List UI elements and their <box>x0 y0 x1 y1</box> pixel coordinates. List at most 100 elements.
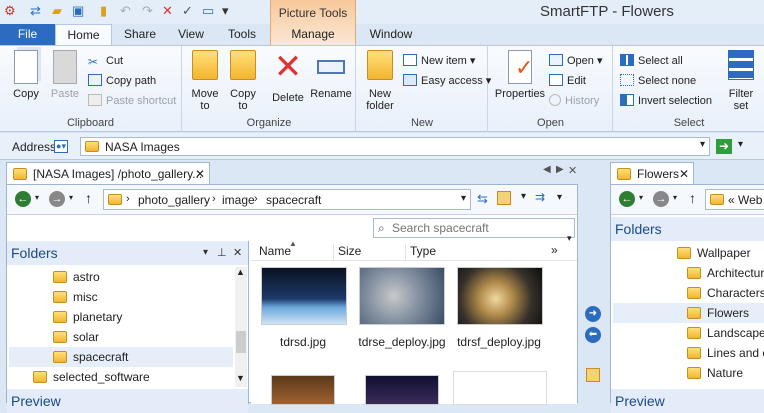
delete-button[interactable]: ✕ Delete <box>267 50 309 104</box>
breadcrumb-item[interactable]: photo_gallery <box>138 193 210 207</box>
thumbnail-image[interactable] <box>261 267 347 325</box>
scroll-thumb[interactable] <box>236 331 246 353</box>
thumbnail-image[interactable] <box>365 375 439 405</box>
file-name[interactable]: tdrsf_deploy.jpg <box>449 335 549 349</box>
tree-item[interactable]: selected_software <box>33 367 233 387</box>
tab-close-all-icon[interactable]: ✕ <box>568 164 577 177</box>
sync-icon[interactable] <box>586 368 600 382</box>
folder-options-icon[interactable] <box>497 191 511 205</box>
search-input[interactable] <box>392 220 552 236</box>
auto-transfer-icon[interactable]: ⇉ <box>535 190 545 204</box>
open-button[interactable]: Open ▾ <box>549 52 603 70</box>
edit-button[interactable]: Edit <box>549 72 586 90</box>
tree-item-selected[interactable]: Flowers <box>613 303 764 323</box>
search-box[interactable]: ⌕ <box>373 218 575 238</box>
delete-icon[interactable]: ✕ <box>162 3 173 19</box>
view-icon[interactable]: ▭ <box>202 3 214 19</box>
invert-selection-button[interactable]: Invert selection <box>620 92 712 110</box>
thumbnail-image[interactable] <box>271 375 335 405</box>
breadcrumb-item[interactable]: image <box>222 193 255 207</box>
options-dropdown-icon[interactable]: ▾ <box>521 191 526 202</box>
close-tab-icon[interactable]: ✕ <box>195 163 205 185</box>
pane-menu-icon[interactable]: ▾ <box>203 241 208 265</box>
select-all-button[interactable]: Select all <box>620 52 683 70</box>
thumbnail-image[interactable] <box>453 371 547 405</box>
breadcrumb[interactable]: › photo_gallery › image › spacecraft ▾ <box>103 189 471 210</box>
tree-item[interactable]: Nature <box>687 363 743 383</box>
tab-window[interactable]: Window <box>360 24 422 45</box>
tree-item[interactable]: Characters <box>687 283 764 303</box>
transfer-left-icon[interactable]: ⬅ <box>585 327 601 343</box>
thumbnail-image[interactable] <box>359 267 445 325</box>
column-name[interactable]: Name <box>259 244 291 258</box>
history-button[interactable]: History <box>549 92 599 110</box>
tree-item[interactable]: solar <box>53 327 233 347</box>
tab-home[interactable]: Home <box>55 24 112 45</box>
copy-to-button[interactable]: Copy to <box>225 50 261 112</box>
address-dropdown-icon[interactable]: ▾ <box>700 139 705 150</box>
connect-icon[interactable]: ⇄ <box>30 3 41 19</box>
left-panel-tab[interactable]: [NASA Images] /photo_gallery... ✕ <box>6 162 210 184</box>
forward-icon[interactable]: → <box>653 191 669 207</box>
easy-access-button[interactable]: Easy access ▾ <box>403 72 491 90</box>
breadcrumb-dropdown-icon[interactable]: ▾ <box>461 193 466 204</box>
more-columns-icon[interactable]: » <box>551 243 558 257</box>
undo-icon[interactable]: ↶ <box>120 3 131 19</box>
properties-button[interactable]: ✓ Properties <box>493 50 547 100</box>
breadcrumb[interactable]: « Web <box>705 189 764 210</box>
pin-icon[interactable]: ⊥ <box>217 241 227 265</box>
forward-icon[interactable]: → <box>49 191 65 207</box>
file-name[interactable]: tdrsd.jpg <box>253 335 353 349</box>
tree-item[interactable]: misc <box>53 287 233 307</box>
tree-item-selected[interactable]: spacecraft <box>9 347 233 367</box>
tab-scroll-right-icon[interactable]: ▶ <box>556 164 564 175</box>
tab-manage[interactable]: Manage <box>271 24 355 45</box>
go-icon[interactable]: ➜ <box>716 139 732 154</box>
move-to-button[interactable]: Move to <box>187 50 223 112</box>
scroll-up-icon[interactable]: ▲ <box>236 267 245 277</box>
save-icon[interactable]: ▣ <box>72 3 84 19</box>
breadcrumb-item[interactable]: « Web <box>728 193 762 207</box>
folders-scrollbar[interactable]: ▲ ▼ <box>235 267 247 387</box>
close-tab-icon[interactable]: ✕ <box>679 163 689 185</box>
transfer-right-icon[interactable]: ➜ <box>585 306 601 322</box>
redo-icon[interactable]: ↷ <box>142 3 153 19</box>
back-icon[interactable]: ← <box>15 191 31 207</box>
new-item-button[interactable]: New item ▾ <box>403 52 475 70</box>
up-icon[interactable]: ↑ <box>85 190 92 206</box>
paste-shortcut-button[interactable]: Paste shortcut <box>88 92 176 110</box>
tree-item[interactable]: Wallpaper <box>677 243 751 263</box>
column-size[interactable]: Size <box>333 244 361 261</box>
rename-button[interactable]: Rename <box>309 50 353 100</box>
tab-tools[interactable]: Tools <box>216 24 268 45</box>
scroll-down-icon[interactable]: ▼ <box>236 373 245 383</box>
paste-button[interactable]: Paste <box>46 50 84 100</box>
cut-button[interactable]: ✂ Cut <box>88 52 123 70</box>
customize-qat-icon[interactable]: ▾ <box>222 3 229 19</box>
right-panel-tab[interactable]: Flowers ✕ <box>610 162 694 184</box>
select-none-button[interactable]: Select none <box>620 72 696 90</box>
copy-button[interactable]: Copy <box>6 50 46 100</box>
refresh-icon[interactable]: ⇆ <box>477 191 488 207</box>
tree-item[interactable]: Lines and co <box>687 343 764 363</box>
properties-icon[interactable]: ✓ <box>182 3 193 19</box>
breadcrumb-item[interactable]: spacecraft <box>266 193 321 207</box>
thumbnail-image[interactable] <box>457 267 543 325</box>
forward-dropdown-icon[interactable]: ▾ <box>673 193 677 202</box>
transfer-dropdown-icon[interactable]: ▾ <box>557 192 562 203</box>
new-folder-button[interactable]: New folder <box>361 50 399 112</box>
copy-path-button[interactable]: Copy path <box>88 72 156 90</box>
address-field[interactable]: NASA Images ▾ <box>80 137 710 156</box>
address-type-icon[interactable]: ●▾ <box>54 140 68 153</box>
tree-item[interactable]: Landscapes <box>687 323 764 343</box>
tab-scroll-left-icon[interactable]: ◀ <box>543 164 551 175</box>
tree-item[interactable]: astro <box>53 267 233 287</box>
address-options-icon[interactable]: ▾ <box>738 139 743 150</box>
back-dropdown-icon[interactable]: ▾ <box>639 193 643 202</box>
tab-view[interactable]: View <box>166 24 216 45</box>
tab-file[interactable]: File <box>0 24 55 45</box>
bookmark-icon[interactable]: ▮ <box>100 3 107 19</box>
tab-share[interactable]: Share <box>114 24 166 45</box>
folder-open-icon[interactable]: ▰ <box>52 3 62 19</box>
back-dropdown-icon[interactable]: ▾ <box>35 193 39 202</box>
